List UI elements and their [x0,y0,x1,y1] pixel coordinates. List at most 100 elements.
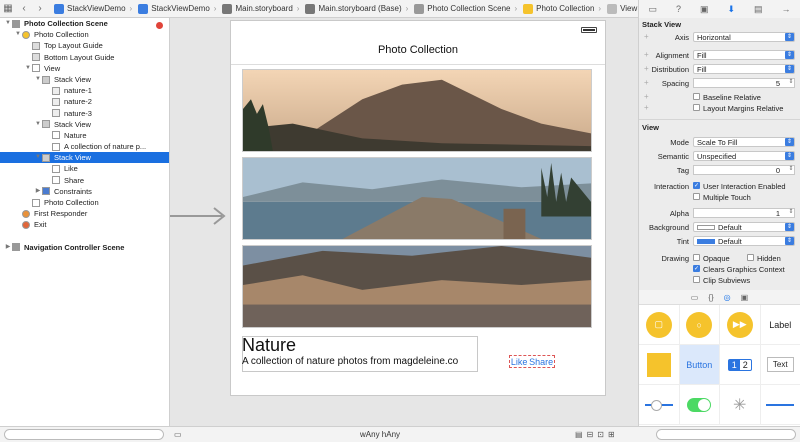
disclosure-triangle-icon[interactable]: ▼ [34,152,42,163]
pin-icon[interactable]: ⊡ [597,430,608,439]
semantic-popup[interactable]: Unspecified [693,151,795,161]
outline-item[interactable]: Nature [0,130,169,141]
library-item-view-controller[interactable]: ▢ [639,305,680,345]
mode-popup[interactable]: Scale To Fill [693,137,795,147]
clears-graphics-checkbox[interactable] [693,265,700,272]
outline-item[interactable]: Exit [0,219,169,230]
user-interaction-checkbox[interactable] [693,182,700,189]
alpha-stepper-icon[interactable]: ⇕ [787,208,795,218]
plus-icon[interactable]: + [644,78,649,87]
outline-filter-field[interactable] [4,429,164,440]
disclosure-triangle-icon[interactable]: ▼ [34,119,42,130]
outline-item[interactable]: Share [0,175,169,186]
outline-item[interactable]: A collection of nature p... [0,141,169,152]
tint-popup[interactable]: Default [693,236,795,246]
grid-icon[interactable]: ▦ [0,3,16,14]
hidden-checkbox[interactable] [747,254,754,261]
outline-item[interactable]: nature-3 [0,108,169,119]
breadcrumb-item[interactable]: Photo Collection Scene › [408,3,517,14]
outline-item[interactable]: Photo Collection [0,197,169,208]
plus-icon[interactable]: + [644,103,649,112]
disclosure-triangle-icon[interactable]: ▼ [14,29,22,40]
breadcrumb-item[interactable]: StackViewDemo › [132,3,216,14]
tag-field[interactable]: 0 [693,165,795,175]
code-snippet-icon[interactable]: {} [708,293,713,302]
library-item-switch[interactable] [679,385,720,425]
object-library-icon[interactable]: ◎ [724,293,731,302]
spacing-field[interactable]: 5 [693,78,795,88]
distribution-popup[interactable]: Fill [693,64,795,74]
outline-item[interactable]: Top Layout Guide [0,40,169,51]
library-filter-field[interactable] [656,429,796,440]
outline-item[interactable]: Like [0,163,169,174]
outline-item[interactable]: ▼ Stack View [0,119,169,130]
outline-item[interactable]: ▶ Constraints [0,186,169,197]
storyboard-canvas[interactable]: Photo Collection Nature A collection of … [170,18,638,426]
share-button[interactable]: Share [529,357,553,367]
outline-item[interactable]: ▶ Navigation Controller Scene [0,242,169,253]
breadcrumb-item[interactable]: Main.storyboard (Base) › [299,3,408,14]
size-class-label[interactable]: wAny hAny [360,430,400,439]
hide-outline-icon[interactable]: ▭ [174,430,182,439]
file-template-icon[interactable]: ▭ [691,293,699,302]
opaque-checkbox[interactable] [693,254,700,261]
outline-item[interactable]: nature-1 [0,85,169,96]
image-view-nature-1[interactable] [242,69,592,152]
library-item-progress-view[interactable] [760,385,800,425]
plus-icon[interactable]: + [644,92,649,101]
library-item-label[interactable]: Label [760,305,800,345]
connections-inspector-icon[interactable]: → [781,4,790,14]
outline-item[interactable]: ▼ View [0,63,169,74]
outline-item[interactable]: nature-2 [0,96,169,107]
library-item-slider[interactable] [639,385,680,425]
background-popup[interactable]: Default [693,222,795,232]
axis-popup[interactable]: Horizontal [693,32,795,42]
breadcrumb-item[interactable]: Photo Collection › [517,3,601,14]
error-indicator-icon[interactable] [156,22,163,29]
disclosure-triangle-icon[interactable]: ▼ [24,63,32,74]
outline-item[interactable]: ▼ Photo Collection Scene [0,18,169,29]
clip-subviews-checkbox[interactable] [693,276,700,283]
disclosure-triangle-icon[interactable]: ▶ [34,186,42,197]
alignment-popup[interactable]: Fill [693,50,795,60]
layout-margins-checkbox[interactable] [693,104,700,111]
like-button[interactable]: Like [511,357,528,367]
tag-stepper-icon[interactable]: ⇕ [787,165,795,175]
identity-inspector-icon[interactable]: ▣ [700,4,709,15]
multiple-touch-checkbox[interactable] [693,193,700,200]
plus-icon[interactable]: + [644,64,649,73]
outline-item[interactable]: First Responder [0,208,169,219]
disclosure-triangle-icon[interactable]: ▼ [34,74,42,85]
library-item-segmented-control[interactable]: 1 2 [720,345,761,385]
library-item-button[interactable]: Button [679,345,720,385]
spacing-stepper-icon[interactable]: ⇕ [787,78,795,88]
forward-icon[interactable]: › [32,3,48,14]
breadcrumb-item[interactable]: Main.storyboard › [216,3,299,14]
outline-item[interactable]: ▼ Stack View [0,152,169,164]
library-item-activity-indicator[interactable]: ✳ [720,385,761,425]
image-view-nature-2[interactable] [242,157,592,240]
disclosure-triangle-icon[interactable]: ▶ [4,242,12,253]
alpha-field[interactable]: 1 [693,208,795,218]
library-item-storyboard-reference[interactable]: ○ [679,305,720,345]
help-inspector-icon[interactable]: ? [676,4,681,14]
plus-icon[interactable]: + [644,50,649,59]
attributes-inspector-icon[interactable]: ⬇ [727,4,735,15]
library-item-object[interactable] [639,345,680,385]
plus-icon[interactable]: + [644,32,649,41]
disclosure-triangle-icon[interactable]: ▼ [4,18,12,29]
outline-item[interactable]: ▼ Stack View [0,74,169,85]
library-item-text-field[interactable]: Text [760,345,800,385]
align-icon[interactable]: ⊟ [587,430,598,439]
stack-icon[interactable]: ▤ [575,430,587,439]
baseline-relative-checkbox[interactable] [693,93,700,100]
outline-item[interactable]: ▼ Photo Collection [0,29,169,40]
file-inspector-icon[interactable]: ▭ [648,4,657,15]
media-library-icon[interactable]: ▣ [741,293,749,302]
back-icon[interactable]: ‹ [16,3,32,14]
image-view-nature-3[interactable] [242,245,592,328]
photo-collection-scene[interactable]: Photo Collection Nature A collection of … [230,20,606,396]
breadcrumb-item[interactable]: StackViewDemo › [48,3,132,14]
size-inspector-icon[interactable]: ▤ [754,4,763,15]
library-item-av-player[interactable]: ▶▶ [720,305,761,345]
